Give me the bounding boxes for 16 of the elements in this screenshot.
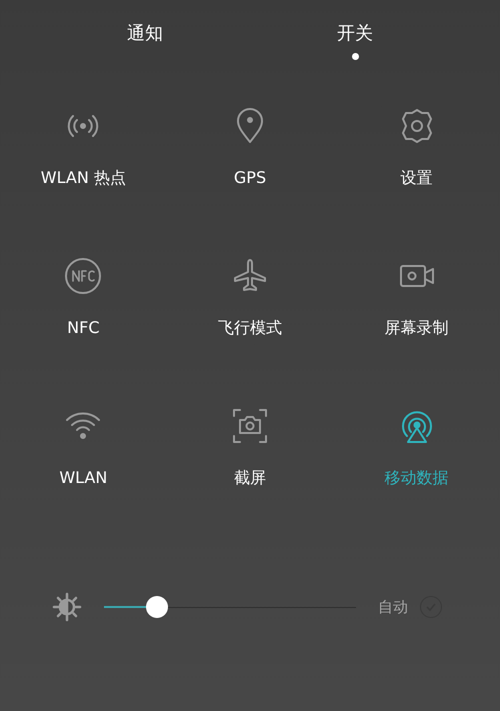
slider-thumb[interactable] bbox=[146, 596, 168, 618]
nfc-icon bbox=[63, 256, 104, 296]
toggle-tile[interactable]: GPS bbox=[166, 98, 334, 248]
toggle-tile[interactable]: 飞行模式 bbox=[166, 248, 334, 398]
toggle-tile[interactable]: 设置 bbox=[333, 98, 500, 248]
toggle-tile[interactable]: WLAN bbox=[0, 398, 167, 548]
toggle-tile[interactable]: WLAN 热点 bbox=[0, 98, 167, 248]
auto-label: 自动 bbox=[378, 596, 408, 618]
panel-tab[interactable]: 通知 bbox=[127, 20, 163, 47]
toggle-tile[interactable]: NFC bbox=[0, 248, 167, 398]
toggle-tile[interactable]: 截屏 bbox=[166, 398, 334, 548]
toggle-tile[interactable]: 屏幕录制 bbox=[333, 248, 500, 398]
brightness-slider[interactable] bbox=[104, 595, 356, 619]
toggle-tile[interactable]: 移动数据 bbox=[333, 398, 500, 548]
panel-tab[interactable]: 开关 bbox=[337, 20, 373, 47]
brightness-icon bbox=[52, 592, 82, 622]
